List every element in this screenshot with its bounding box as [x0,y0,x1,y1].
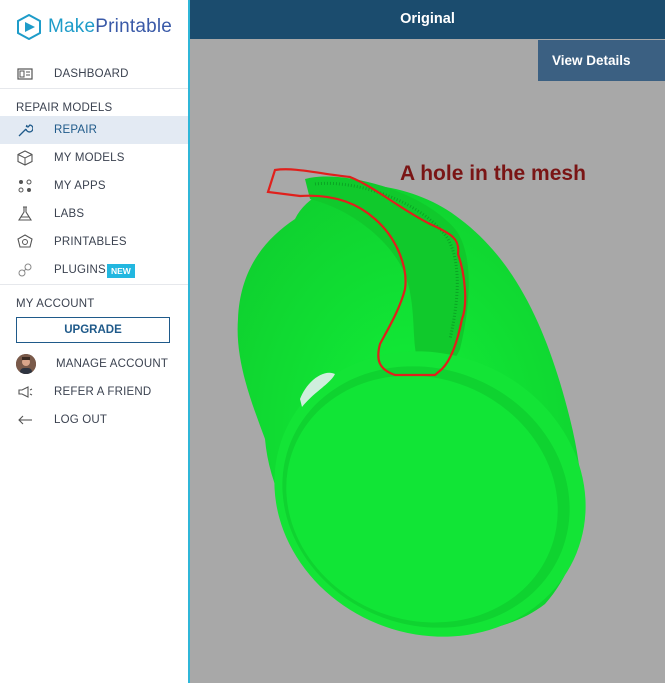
logo-text: MakePrintable [48,16,172,38]
sidebar-item-plugins[interactable]: PLUGINS [0,256,188,284]
sidebar: MakePrintable DASHBOARD REPAIR MODELS RE… [0,0,188,683]
brand-printable: Printable [95,16,173,37]
view-details-button[interactable]: View Details [538,40,665,81]
megaphone-icon [16,384,34,400]
new-badge: NEW [107,264,135,278]
dashboard-icon [16,66,34,82]
makeprintable-logo-icon [17,14,41,40]
logo[interactable]: MakePrintable [16,14,172,40]
viewer-header: Original [190,0,665,39]
sidebar-item-manage-account[interactable]: MANAGE ACCOUNT [0,350,188,378]
viewer-title: Original [400,11,455,27]
sidebar-item-my-models[interactable]: MY MODELS [0,144,188,172]
flask-icon [16,206,34,222]
sidebar-item-dashboard[interactable]: DASHBOARD [0,60,188,88]
sidebar-item-label: PRINTABLES [54,236,127,248]
upgrade-button[interactable]: UPGRADE [16,317,170,343]
sidebar-item-log-out[interactable]: LOG OUT [0,406,188,434]
divider [0,88,188,89]
arrow-left-icon [16,412,34,428]
sidebar-item-refer-friend[interactable]: REFER A FRIEND [0,378,188,406]
sidebar-item-label: MY MODELS [54,152,125,164]
sidebar-item-label: LOG OUT [54,414,108,426]
mesh-hole-annotation: A hole in the mesh [400,162,586,185]
wrench-icon [16,122,34,138]
divider [0,284,188,285]
3d-model-render[interactable] [190,39,665,683]
section-repair-models: REPAIR MODELS [16,102,113,114]
sidebar-item-printables[interactable]: PRINTABLES [0,228,188,256]
printables-icon [16,234,34,250]
sidebar-item-my-apps[interactable]: MY APPS [0,172,188,200]
section-my-account: MY ACCOUNT [16,298,95,310]
sidebar-item-label: DASHBOARD [54,68,129,80]
sidebar-item-label: MY APPS [54,180,106,192]
sidebar-item-repair[interactable]: REPAIR [0,116,188,144]
plugin-icon [16,262,34,278]
sidebar-item-label: REFER A FRIEND [54,386,152,398]
sidebar-item-label: LABS [54,208,85,220]
sidebar-item-labs[interactable]: LABS [0,200,188,228]
cube-icon [16,150,34,166]
apps-dots-icon [16,178,34,194]
sidebar-item-label: MANAGE ACCOUNT [56,358,169,370]
sidebar-item-label: REPAIR [54,124,98,136]
brand-make: Make [48,16,96,37]
sidebar-item-label: PLUGINS [54,264,106,276]
